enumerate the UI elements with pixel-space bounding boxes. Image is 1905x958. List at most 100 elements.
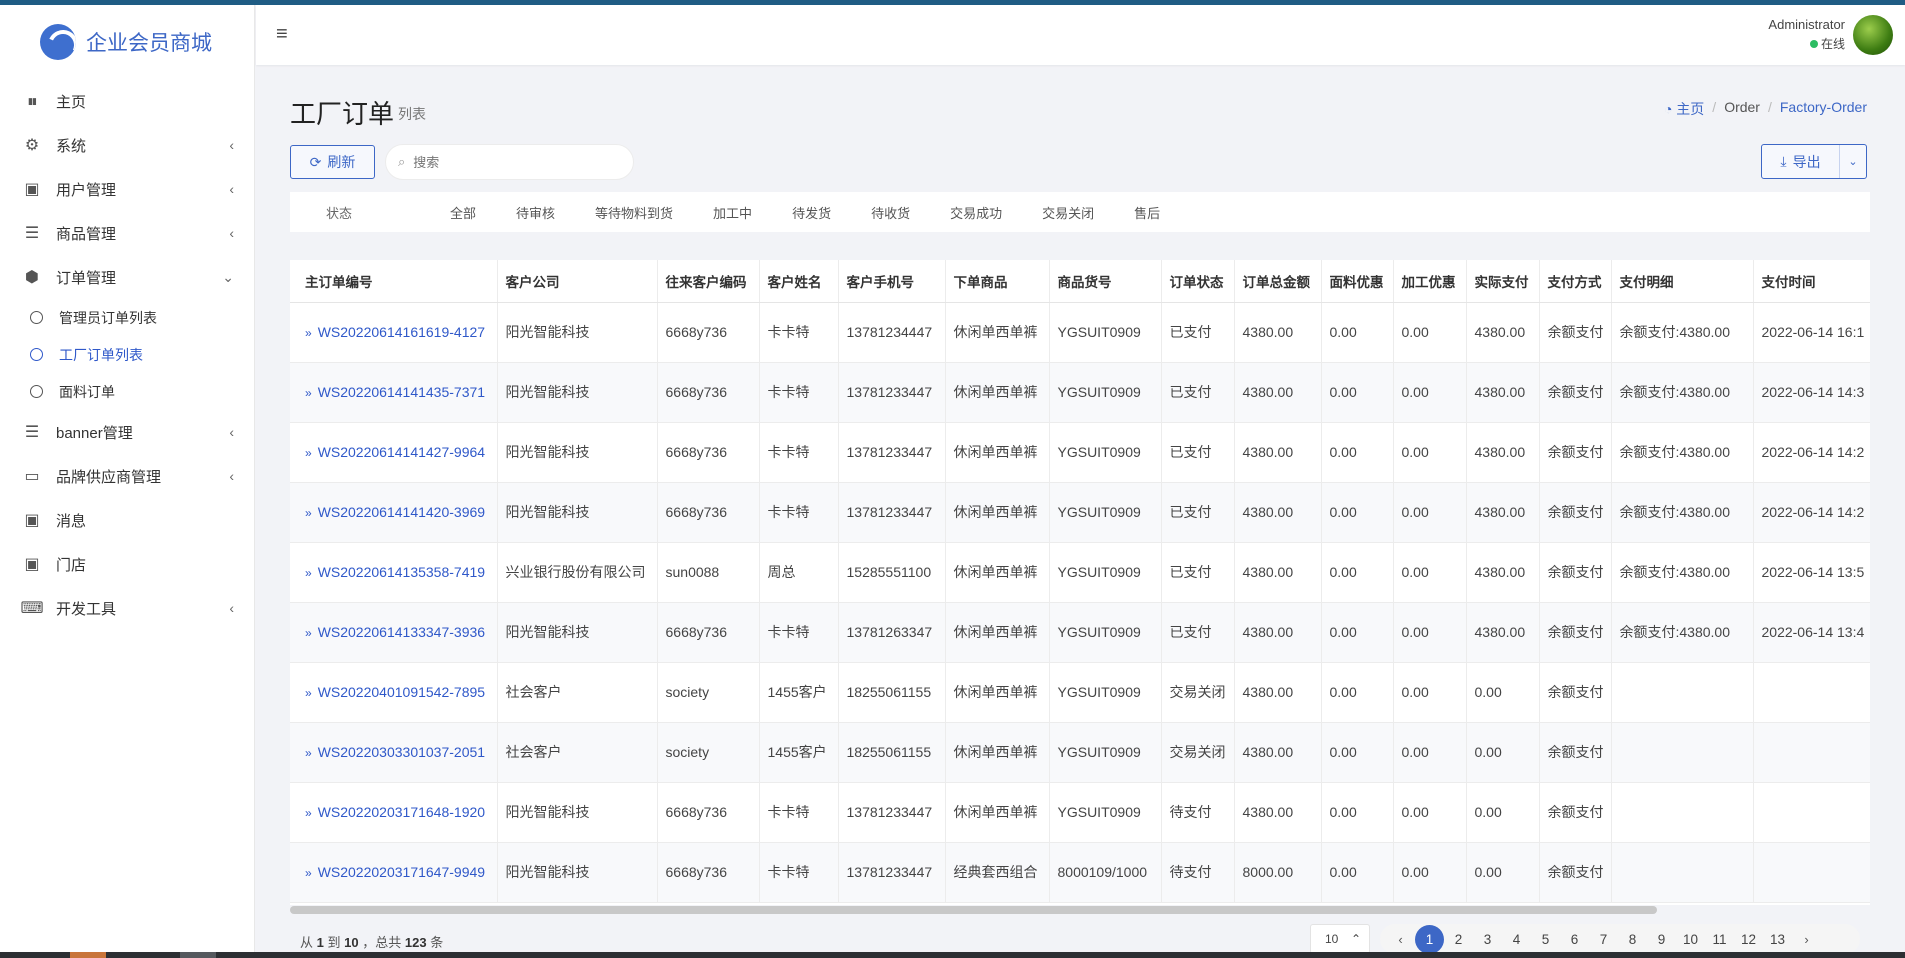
table-cell: society <box>657 722 760 783</box>
column-header[interactable]: 客户公司 <box>497 260 658 303</box>
order-number-link[interactable]: » WS20220614135358-7419 <box>290 542 498 603</box>
table-cell: 余额支付:4380.00 <box>1611 602 1754 663</box>
page-6-button[interactable]: 6 <box>1560 925 1589 954</box>
table-cell: 8000109/1000 <box>1049 842 1162 903</box>
table-row[interactable]: » WS20220614133347-3936 阳光智能科技 6668y736 卡卡特 1… <box>290 602 1870 663</box>
page-5-button[interactable]: 5 <box>1531 925 1560 954</box>
page-subtitle: 列表 <box>398 106 426 122</box>
sidebar-item-b2[interactable]: ▣ 消息 <box>0 498 254 542</box>
chevron-left-icon: ‹ <box>229 181 234 197</box>
status-filter-option[interactable]: 待发货 <box>792 203 831 222</box>
table-cell: 6668y736 <box>657 842 760 903</box>
column-header[interactable]: 支付明细 <box>1611 260 1754 303</box>
order-number-link[interactable]: » WS20220303301037-2051 <box>290 722 498 783</box>
breadcrumb-factory-order[interactable]: Factory-Order <box>1780 99 1867 119</box>
table-row[interactable]: » WS20220614141435-7371 阳光智能科技 6668y736 卡卡特 1… <box>290 362 1870 423</box>
column-header[interactable]: 订单总金额 <box>1234 260 1322 303</box>
table-row[interactable]: » WS20220614141427-9964 阳光智能科技 6668y736 卡卡特 1… <box>290 422 1870 483</box>
submenu-item[interactable]: 管理员订单列表 <box>0 299 254 336</box>
submenu-item[interactable]: 面料订单 <box>0 373 254 410</box>
page-9-button[interactable]: 9 <box>1647 925 1676 954</box>
prev-page-button[interactable]: ‹ <box>1386 925 1415 954</box>
page-8-button[interactable]: 8 <box>1618 925 1647 954</box>
sidebar-item-b1[interactable]: ▭ 品牌供应商管理 ‹ <box>0 454 254 498</box>
column-header[interactable]: 面料优惠 <box>1321 260 1394 303</box>
table-cell: 卡卡特 <box>759 302 839 363</box>
sidebar-item-a3[interactable]: ☰ 商品管理 ‹ <box>0 211 254 255</box>
user-block[interactable]: Administrator 在线 <box>1768 17 1845 52</box>
page-3-button[interactable]: 3 <box>1473 925 1502 954</box>
order-number-link[interactable]: » WS20220401091542-7895 <box>290 662 498 723</box>
brand[interactable]: 企业会员商城 <box>0 5 254 79</box>
column-header[interactable]: 商品货号 <box>1049 260 1162 303</box>
export-button[interactable]: ⤓ 导出 ⌄ <box>1761 144 1867 179</box>
search-input[interactable] <box>413 154 604 170</box>
horizontal-scrollbar[interactable] <box>290 906 1657 914</box>
status-filter-option[interactable]: 售后 <box>1134 203 1160 222</box>
order-number-link[interactable]: » WS20220614133347-3936 <box>290 602 498 663</box>
column-header[interactable]: 实际支付 <box>1466 260 1540 303</box>
column-header[interactable]: 往来客户编码 <box>657 260 760 303</box>
page-7-button[interactable]: 7 <box>1589 925 1618 954</box>
sidebar-item-label: 用户管理 <box>56 181 117 199</box>
page-size-select[interactable]: 10 ⌃ <box>1310 924 1370 954</box>
table-row[interactable]: » WS20220614135358-7419 兴业银行股份有限公司 sun0088 周… <box>290 542 1870 603</box>
status-filter-option[interactable]: 交易成功 <box>950 203 1002 222</box>
submenu-item[interactable]: 工厂订单列表 <box>0 336 254 373</box>
sidebar-item-b0[interactable]: ☰ banner管理 ‹ <box>0 410 254 454</box>
column-header[interactable]: 客户姓名 <box>759 260 839 303</box>
search-box[interactable]: ⌕ <box>385 144 634 180</box>
order-number-link[interactable]: » WS20220203171647-9949 <box>290 842 498 903</box>
avatar[interactable] <box>1853 15 1893 55</box>
sidebar-item-a1[interactable]: ⚙ 系统 ‹ <box>0 123 254 167</box>
page-2-button[interactable]: 2 <box>1444 925 1473 954</box>
order-number: WS20220203171647-9949 <box>317 864 486 880</box>
export-main[interactable]: ⤓ 导出 <box>1762 145 1840 178</box>
refresh-button[interactable]: ⟳ 刷新 <box>290 145 375 179</box>
page-13-button[interactable]: 13 <box>1763 925 1792 954</box>
status-filter-option[interactable]: 等待物料到货 <box>595 203 673 222</box>
page-1-button[interactable]: 1 <box>1415 924 1444 954</box>
column-header[interactable]: 支付时间 <box>1753 260 1870 303</box>
status-filter-option[interactable]: 全部 <box>450 203 476 222</box>
status-filter-option[interactable]: 待审核 <box>516 203 555 222</box>
page-11-button[interactable]: 11 <box>1705 925 1734 954</box>
hamburger-menu-icon[interactable]: ≡ <box>276 24 292 44</box>
order-number-link[interactable]: » WS20220614141427-9964 <box>290 422 498 483</box>
next-page-button[interactable]: › <box>1792 925 1821 954</box>
order-number-link[interactable]: » WS20220614141435-7371 <box>290 362 498 423</box>
order-number-link[interactable]: » WS20220614141420-3969 <box>290 482 498 543</box>
table-cell: 4380.00 <box>1234 362 1322 423</box>
sidebar-item-b3[interactable]: ▣ 门店 <box>0 542 254 586</box>
chevron-down-icon[interactable]: ⌄ <box>1840 155 1866 168</box>
table-row[interactable]: » WS20220614161619-4127 阳光智能科技 6668y736 卡卡特 1… <box>290 302 1870 363</box>
table-row[interactable]: » WS20220203171647-9949 阳光智能科技 6668y736 卡卡特 1… <box>290 842 1870 903</box>
page-4-button[interactable]: 4 <box>1502 925 1531 954</box>
table-cell: 休闲单西单裤 <box>945 722 1050 783</box>
status-filter-option[interactable]: 待收货 <box>871 203 910 222</box>
sidebar-item-b4[interactable]: ⌨ 开发工具 ‹ <box>0 586 254 630</box>
sidebar-item-a4[interactable]: ⬢ 订单管理 ⌄ <box>0 255 254 299</box>
page-12-button[interactable]: 12 <box>1734 925 1763 954</box>
table-row[interactable]: » WS20220303301037-2051 社会客户 society 1455客户 1… <box>290 722 1870 783</box>
sidebar-item-a0[interactable]: ▮▮ 主页 <box>0 79 254 123</box>
column-header[interactable]: 支付方式 <box>1539 260 1612 303</box>
column-header[interactable]: 客户手机号 <box>838 260 946 303</box>
table-row[interactable]: » WS20220614141420-3969 阳光智能科技 6668y736 卡卡特 1… <box>290 482 1870 543</box>
table-row[interactable]: » WS20220401091542-7895 社会客户 society 1455客户 1… <box>290 662 1870 723</box>
table-cell: 余额支付 <box>1539 302 1612 363</box>
column-header[interactable]: 加工优惠 <box>1393 260 1467 303</box>
sidebar-item-a2[interactable]: ▣ 用户管理 ‹ <box>0 167 254 211</box>
column-header[interactable]: 主订单编号 <box>290 260 498 303</box>
table-row[interactable]: » WS20220203171648-1920 阳光智能科技 6668y736 卡卡特 1… <box>290 782 1870 843</box>
sidebar-item-label: 开发工具 <box>56 600 117 618</box>
breadcrumb-home[interactable]: ◔ 主页 <box>1664 99 1704 119</box>
status-filter-option[interactable]: 交易关闭 <box>1042 203 1094 222</box>
column-header[interactable]: 下单商品 <box>945 260 1050 303</box>
column-header[interactable]: 订单状态 <box>1161 260 1235 303</box>
order-number-link[interactable]: » WS20220203171648-1920 <box>290 782 498 843</box>
order-number-link[interactable]: » WS20220614161619-4127 <box>290 302 498 363</box>
orders-table-container: 主订单编号 客户公司 往来客户编码 客户姓名 客户手机号 下单商品 商品货号 订单状态 订单总金… <box>290 260 1870 905</box>
page-10-button[interactable]: 10 <box>1676 925 1705 954</box>
status-filter-option[interactable]: 加工中 <box>713 203 752 222</box>
